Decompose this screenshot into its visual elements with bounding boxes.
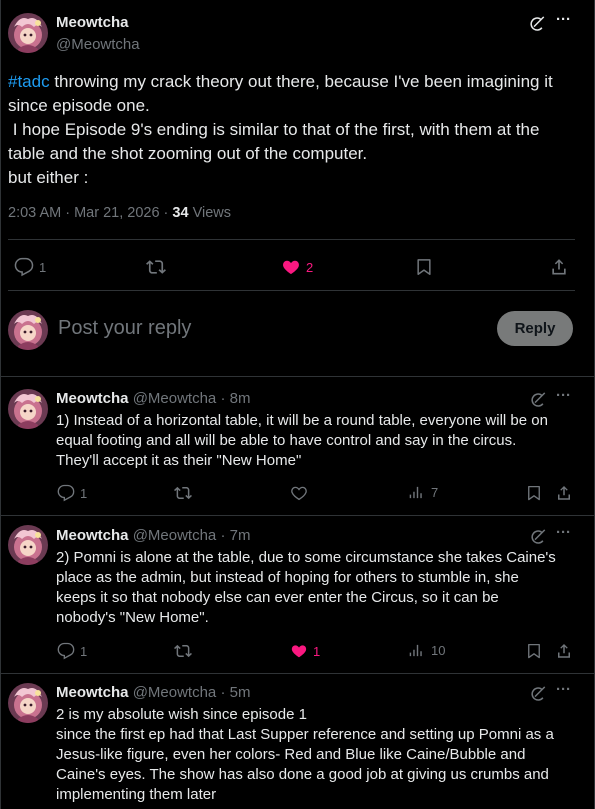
views-button[interactable]: 10 bbox=[409, 642, 445, 659]
speech-bubble-icon bbox=[57, 484, 75, 502]
author-handle[interactable]: @Meowtcha bbox=[56, 36, 140, 53]
post-line-3: I hope Episode 9's ending is similar to … bbox=[8, 120, 540, 139]
divider bbox=[8, 239, 575, 240]
reply-button[interactable]: 1 bbox=[14, 257, 46, 277]
more-options-icon[interactable]: ··· bbox=[556, 524, 571, 541]
hashtag-link[interactable]: #tadc bbox=[8, 72, 50, 91]
repost-button[interactable] bbox=[174, 642, 192, 660]
post-timestamp[interactable]: 2:03 AM · Mar 21, 2026 · bbox=[8, 205, 172, 221]
post-line-4: table and the shot zooming out of the co… bbox=[8, 144, 368, 163]
reply-header: Meowtcha @Meowtcha · 7m bbox=[56, 527, 250, 544]
repost-arrows-icon bbox=[146, 257, 166, 277]
avatar[interactable] bbox=[8, 389, 48, 429]
reply-header: Meowtcha @Meowtcha · 8m bbox=[56, 390, 250, 407]
more-options-icon[interactable]: ··· bbox=[556, 387, 571, 404]
heart-icon bbox=[290, 484, 308, 502]
repost-arrows-icon bbox=[174, 484, 192, 502]
reply-text: 2 is my absolute wish since episode 1 si… bbox=[56, 706, 554, 803]
share-upload-icon bbox=[555, 642, 573, 660]
left-border bbox=[0, 0, 1, 809]
heart-icon bbox=[281, 257, 301, 277]
more-options-icon[interactable]: ··· bbox=[556, 11, 571, 28]
divider bbox=[1, 376, 594, 377]
grok-icon[interactable] bbox=[528, 15, 546, 33]
reply-handle-time[interactable]: @Meowtcha · 5m bbox=[133, 684, 251, 701]
reply-handle-time[interactable]: @Meowtcha · 8m bbox=[133, 390, 251, 407]
heart-icon bbox=[290, 642, 308, 660]
reply-submit-button[interactable]: Reply bbox=[497, 311, 573, 346]
bar-chart-icon bbox=[409, 484, 426, 501]
reply-text: 2) Pomni is alone at the table, due to s… bbox=[56, 549, 556, 626]
bookmark-icon bbox=[414, 257, 434, 277]
post-line-1: #tadc throwing my crack theory out there… bbox=[8, 72, 553, 91]
repost-arrows-icon bbox=[174, 642, 192, 660]
bookmark-icon bbox=[525, 642, 543, 660]
reply-handle-time[interactable]: @Meowtcha · 7m bbox=[133, 527, 251, 544]
repost-button[interactable] bbox=[146, 257, 166, 277]
repost-button[interactable] bbox=[174, 484, 192, 502]
speech-bubble-icon bbox=[57, 642, 75, 660]
author-name[interactable]: Meowtcha bbox=[56, 14, 129, 31]
bookmark-icon bbox=[525, 484, 543, 502]
avatar[interactable] bbox=[8, 683, 48, 723]
avatar[interactable] bbox=[8, 525, 48, 565]
post-line-2: since episode one. bbox=[8, 96, 150, 115]
reply-button[interactable]: 1 bbox=[57, 642, 87, 660]
reply-button[interactable]: 1 bbox=[57, 484, 87, 502]
reply-header: Meowtcha @Meowtcha · 5m bbox=[56, 684, 250, 701]
bookmark-button[interactable] bbox=[525, 642, 543, 660]
grok-icon[interactable] bbox=[529, 685, 547, 703]
grok-icon[interactable] bbox=[529, 391, 547, 409]
share-button[interactable] bbox=[555, 642, 573, 660]
reply-text: 1) Instead of a horizontal table, it wil… bbox=[56, 412, 548, 469]
like-button[interactable] bbox=[290, 484, 308, 502]
share-button[interactable] bbox=[549, 257, 569, 277]
avatar bbox=[8, 310, 48, 350]
grok-icon[interactable] bbox=[529, 528, 547, 546]
speech-bubble-icon bbox=[14, 257, 34, 277]
divider bbox=[1, 515, 594, 516]
reply-author-name[interactable]: Meowtcha bbox=[56, 390, 129, 407]
bookmark-button[interactable] bbox=[414, 257, 434, 277]
divider bbox=[8, 290, 575, 291]
bookmark-button[interactable] bbox=[525, 484, 543, 502]
like-button[interactable]: 2 bbox=[281, 257, 313, 277]
like-button[interactable]: 1 bbox=[290, 642, 320, 660]
post-metadata: 2:03 AM · Mar 21, 2026 · 34 Views bbox=[8, 205, 231, 221]
views-label: Views bbox=[188, 205, 232, 221]
views-count: 34 bbox=[172, 205, 189, 221]
share-upload-icon bbox=[555, 484, 573, 502]
more-options-icon[interactable]: ··· bbox=[556, 681, 571, 698]
reply-author-name[interactable]: Meowtcha bbox=[56, 527, 129, 544]
share-button[interactable] bbox=[555, 484, 573, 502]
avatar[interactable] bbox=[8, 13, 48, 53]
bar-chart-icon bbox=[409, 642, 426, 659]
reply-input[interactable]: Post your reply bbox=[58, 317, 191, 340]
divider bbox=[1, 673, 594, 674]
views-button[interactable]: 7 bbox=[409, 484, 438, 501]
post-body: #tadc throwing my crack theory out there… bbox=[8, 70, 586, 190]
share-upload-icon bbox=[549, 257, 569, 277]
reply-author-name[interactable]: Meowtcha bbox=[56, 684, 129, 701]
post-line-5: but either : bbox=[8, 168, 89, 187]
